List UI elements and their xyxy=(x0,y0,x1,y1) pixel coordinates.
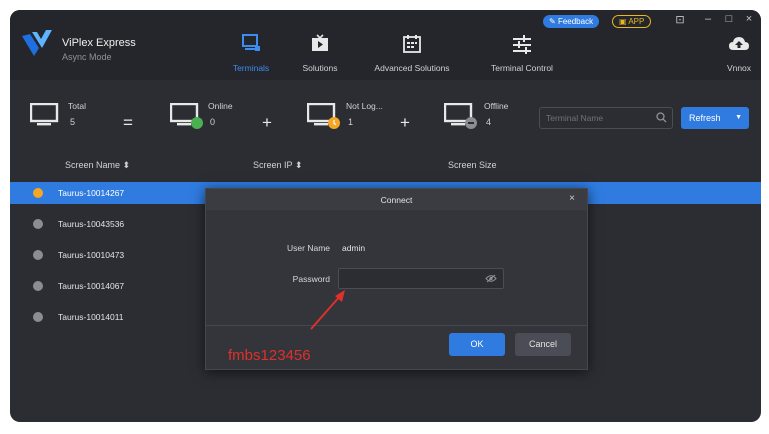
refresh-label: Refresh xyxy=(689,113,721,123)
connect-dialog: Connect × User Name admin Password OK Ca… xyxy=(205,188,588,370)
nav-vnnox[interactable]: Vnnox xyxy=(722,34,756,76)
settings-icon[interactable]: ⊡ xyxy=(673,13,687,26)
user-name-value: admin xyxy=(342,243,366,253)
feedback-icon: ✎ xyxy=(549,17,558,26)
status-offline-icon xyxy=(33,281,43,291)
close-icon[interactable]: × xyxy=(742,13,756,25)
equals-sign: = xyxy=(123,113,133,132)
offline-label: Offline xyxy=(484,101,509,111)
col-screen-size[interactable]: Screen Size xyxy=(448,160,497,170)
plus-sign-1: + xyxy=(262,113,272,132)
cancel-button[interactable]: Cancel xyxy=(515,333,571,356)
solutions-icon xyxy=(312,34,328,51)
app-window: ViPlex Express Async Mode ✎ Feedback ▣ A… xyxy=(10,10,761,422)
password-label: Password xyxy=(292,274,330,284)
user-name-label: User Name xyxy=(287,243,330,253)
minimize-icon[interactable]: – xyxy=(701,13,715,25)
search-placeholder: Terminal Name xyxy=(546,113,604,123)
chevron-down-icon[interactable]: ▼ xyxy=(735,107,742,129)
dialog-close-icon[interactable]: × xyxy=(569,193,575,204)
password-input[interactable] xyxy=(338,268,504,289)
nav-terminal-control[interactable]: Terminal Control xyxy=(484,34,560,76)
monitor-online-icon xyxy=(170,103,203,129)
refresh-button[interactable]: Refresh ▼ xyxy=(681,107,749,129)
total-count: 5 xyxy=(70,117,76,127)
offline-count: 4 xyxy=(486,117,492,127)
nav-terminal-control-label: Terminal Control xyxy=(491,63,553,73)
dialog-header: Connect × xyxy=(206,189,587,210)
ok-button[interactable]: OK xyxy=(449,333,505,356)
nav-advanced-solutions[interactable]: Advanced Solutions xyxy=(368,34,456,76)
terminals-icon xyxy=(242,34,260,51)
screen-name: Taurus-10014011 xyxy=(58,312,124,322)
eye-slash-icon[interactable] xyxy=(485,274,497,283)
nav-vnnox-label: Vnnox xyxy=(726,63,752,73)
qr-icon: ▣ xyxy=(619,17,629,26)
nav-terminals[interactable]: Terminals xyxy=(228,34,274,76)
annotation-arrow xyxy=(310,290,345,330)
cloud-upload-icon xyxy=(729,37,749,50)
nav-terminals-label: Terminals xyxy=(232,63,270,73)
monitor-notlog-icon xyxy=(307,103,340,129)
col-screen-name[interactable]: Screen Name ⬍ xyxy=(65,160,130,171)
status-notlog-icon xyxy=(33,188,43,198)
screen-name: Taurus-10014267 xyxy=(58,188,125,198)
online-count: 0 xyxy=(210,117,216,127)
screen-name: Taurus-10043536 xyxy=(58,219,125,229)
feedback-button[interactable]: ✎ Feedback xyxy=(543,15,600,28)
sliders-icon xyxy=(513,35,531,54)
maximize-icon[interactable]: □ xyxy=(722,13,736,25)
app-title: ViPlex Express xyxy=(62,37,136,49)
notlog-count: 1 xyxy=(348,117,354,127)
table-header: Screen Name ⬍ Screen IP ⬍ Screen Size xyxy=(10,152,761,178)
calendar-icon xyxy=(403,35,421,53)
col-screen-ip[interactable]: Screen IP ⬍ xyxy=(253,160,302,171)
status-offline-icon xyxy=(33,219,43,229)
dialog-divider xyxy=(206,325,587,326)
plus-sign-2: + xyxy=(400,113,410,132)
status-offline-icon xyxy=(33,312,43,322)
screen-name: Taurus-10014067 xyxy=(58,281,125,291)
nav-solutions[interactable]: Solutions xyxy=(295,34,345,76)
search-icon[interactable] xyxy=(656,112,667,123)
viplex-logo xyxy=(22,30,52,56)
nav-solutions-label: Solutions xyxy=(302,63,338,73)
monitor-total-icon xyxy=(30,103,59,126)
terminal-search-input[interactable]: Terminal Name xyxy=(539,107,673,129)
total-label: Total xyxy=(68,101,86,111)
notlog-label: Not Log... xyxy=(346,101,383,111)
annotation-password-text: fmbs123456 xyxy=(228,347,311,364)
app-mode: Async Mode xyxy=(62,52,112,62)
dialog-title: Connect xyxy=(380,195,413,205)
nav-advanced-solutions-label: Advanced Solutions xyxy=(374,63,450,73)
app-button[interactable]: ▣ APP xyxy=(612,15,652,28)
monitor-offline-icon xyxy=(444,103,477,129)
top-bar: ViPlex Express Async Mode ✎ Feedback ▣ A… xyxy=(10,10,761,80)
screen-name: Taurus-10010473 xyxy=(58,250,125,260)
online-label: Online xyxy=(208,101,233,111)
status-offline-icon xyxy=(33,250,43,260)
